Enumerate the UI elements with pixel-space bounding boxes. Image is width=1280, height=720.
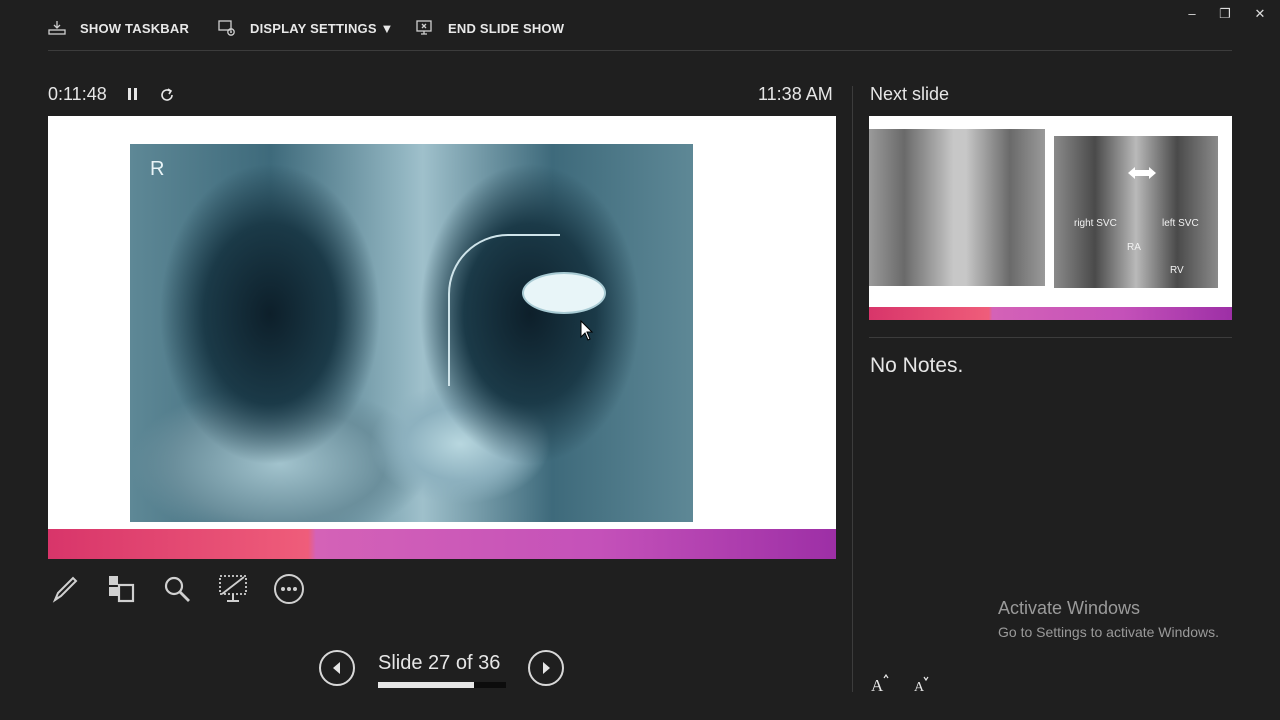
zoom-button[interactable] xyxy=(160,572,194,606)
presenter-tools xyxy=(48,572,306,606)
clock: 11:38 AM xyxy=(758,84,833,104)
toolbar-divider xyxy=(48,50,1232,51)
restore-button[interactable]: ❐ xyxy=(1215,6,1235,22)
minimize-button[interactable]: – xyxy=(1182,6,1202,21)
magnifier-icon xyxy=(164,576,190,602)
activate-windows-subtitle: Go to Settings to activate Windows. xyxy=(998,624,1219,640)
next-slide-accent-bar xyxy=(869,307,1232,320)
next-slide-xray-left xyxy=(869,129,1045,286)
ellipsis-icon xyxy=(274,574,304,604)
more-options-button[interactable] xyxy=(272,572,306,606)
display-settings-button[interactable]: DISPLAY SETTINGS ▼ xyxy=(218,18,394,38)
pause-timer-button[interactable] xyxy=(126,86,140,107)
increase-font-button[interactable]: A xyxy=(870,673,890,700)
end-slide-show-label: END SLIDE SHOW xyxy=(448,20,565,36)
end-slide-show-button[interactable]: END SLIDE SHOW xyxy=(416,18,564,38)
slide-progress-fill xyxy=(378,682,474,688)
notes-divider xyxy=(869,337,1232,338)
next-arrow-icon xyxy=(543,662,550,674)
slide-progress-bar xyxy=(378,682,506,688)
black-screen-button[interactable] xyxy=(216,572,250,606)
previous-arrow-icon xyxy=(333,662,340,674)
pane-divider[interactable] xyxy=(852,86,853,692)
increase-font-icon: A xyxy=(871,673,889,695)
next-slide-label: Next slide xyxy=(870,84,950,104)
taskbar-icon xyxy=(48,21,66,35)
end-show-icon xyxy=(416,20,432,35)
slide-accent-bar xyxy=(48,529,836,559)
activate-windows-title: Activate Windows xyxy=(998,598,1141,618)
elapsed-timer: 0:11:48 xyxy=(48,84,107,104)
show-taskbar-label: SHOW TASKBAR xyxy=(80,20,190,36)
previous-slide-button[interactable] xyxy=(319,650,355,686)
label-ra: RA xyxy=(1127,242,1141,253)
current-slide: R xyxy=(48,116,836,559)
svg-text:A: A xyxy=(871,676,884,694)
label-left-svc: left SVC xyxy=(1162,218,1199,229)
next-slide-xray-right: right SVC left SVC RA RV xyxy=(1054,136,1218,288)
xray-marker: R xyxy=(150,158,165,180)
chest-xray-image: R xyxy=(130,144,693,522)
screen-off-icon xyxy=(219,575,247,602)
label-rv: RV xyxy=(1170,265,1184,276)
next-slide-thumbnail[interactable]: right SVC left SVC RA RV xyxy=(869,116,1232,320)
slides-grid-icon xyxy=(109,576,135,603)
speaker-notes: No Notes. xyxy=(870,354,964,377)
close-button[interactable]: ✕ xyxy=(1250,6,1270,22)
pen-tool-button[interactable] xyxy=(48,572,82,606)
pacemaker-device xyxy=(522,272,606,314)
label-right-svc: right SVC xyxy=(1074,218,1117,229)
display-gear-icon xyxy=(218,20,235,36)
double-arrow-icon xyxy=(1128,167,1156,179)
next-slide-button[interactable] xyxy=(528,650,564,686)
svg-text:A: A xyxy=(914,680,925,694)
pause-icon xyxy=(128,88,137,100)
see-all-slides-button[interactable] xyxy=(104,572,138,606)
decrease-font-button[interactable]: A xyxy=(912,674,932,699)
restart-icon xyxy=(161,88,173,101)
display-settings-label: DISPLAY SETTINGS ▼ xyxy=(250,20,394,36)
mouse-cursor-icon xyxy=(580,320,594,341)
slide-counter[interactable]: Slide 27 of 36 xyxy=(378,652,500,675)
pen-icon xyxy=(52,576,78,603)
restart-timer-button[interactable] xyxy=(158,86,176,109)
decrease-font-icon: A xyxy=(914,676,929,695)
show-taskbar-button[interactable]: SHOW TASKBAR xyxy=(48,18,189,38)
